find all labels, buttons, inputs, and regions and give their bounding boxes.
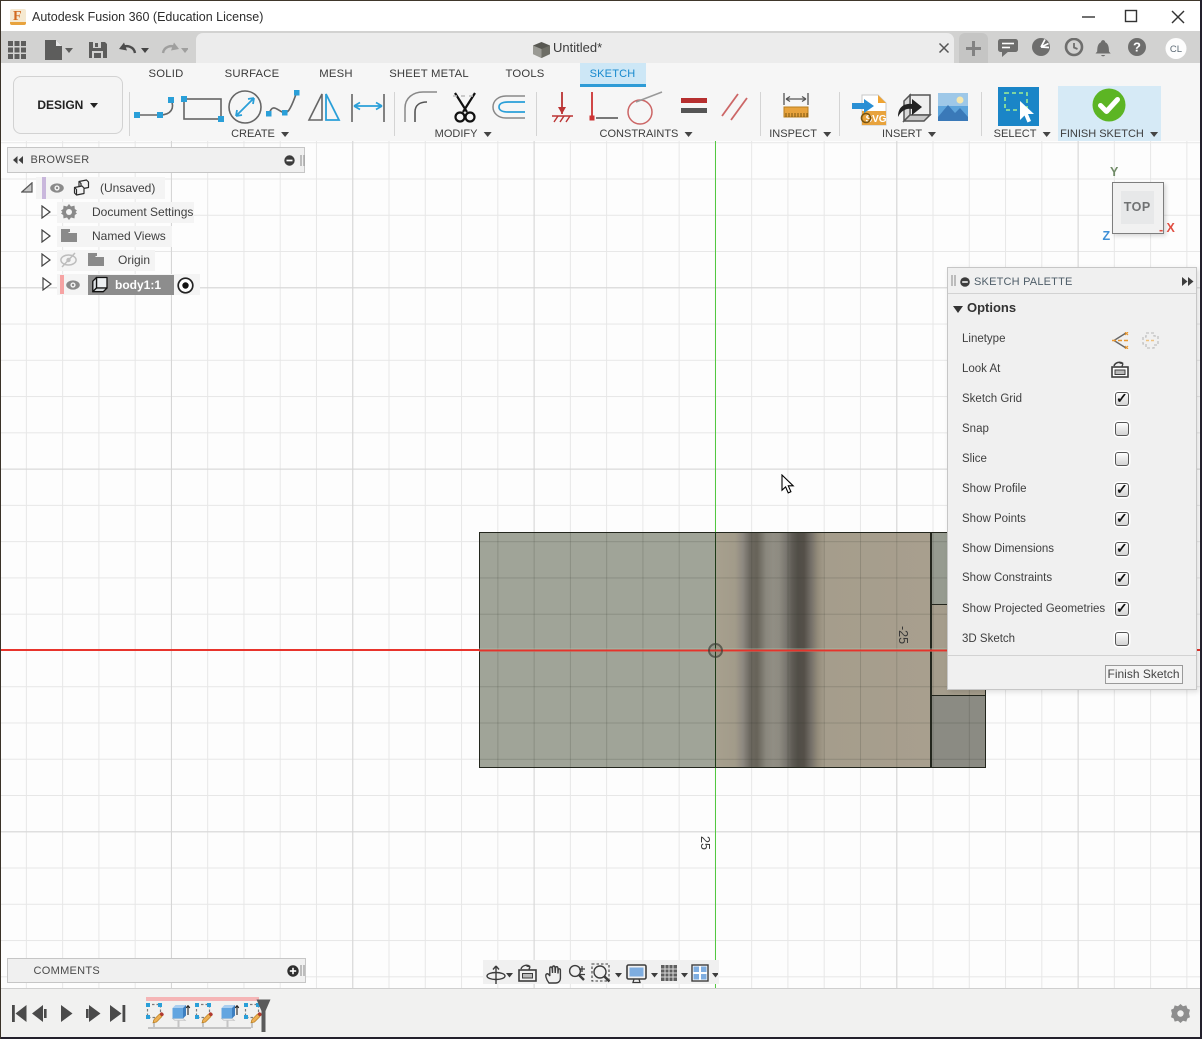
svg-text:SVG: SVG: [865, 114, 886, 125]
svg-text:?: ?: [1133, 40, 1141, 55]
svg-text:CL: CL: [1170, 44, 1182, 55]
